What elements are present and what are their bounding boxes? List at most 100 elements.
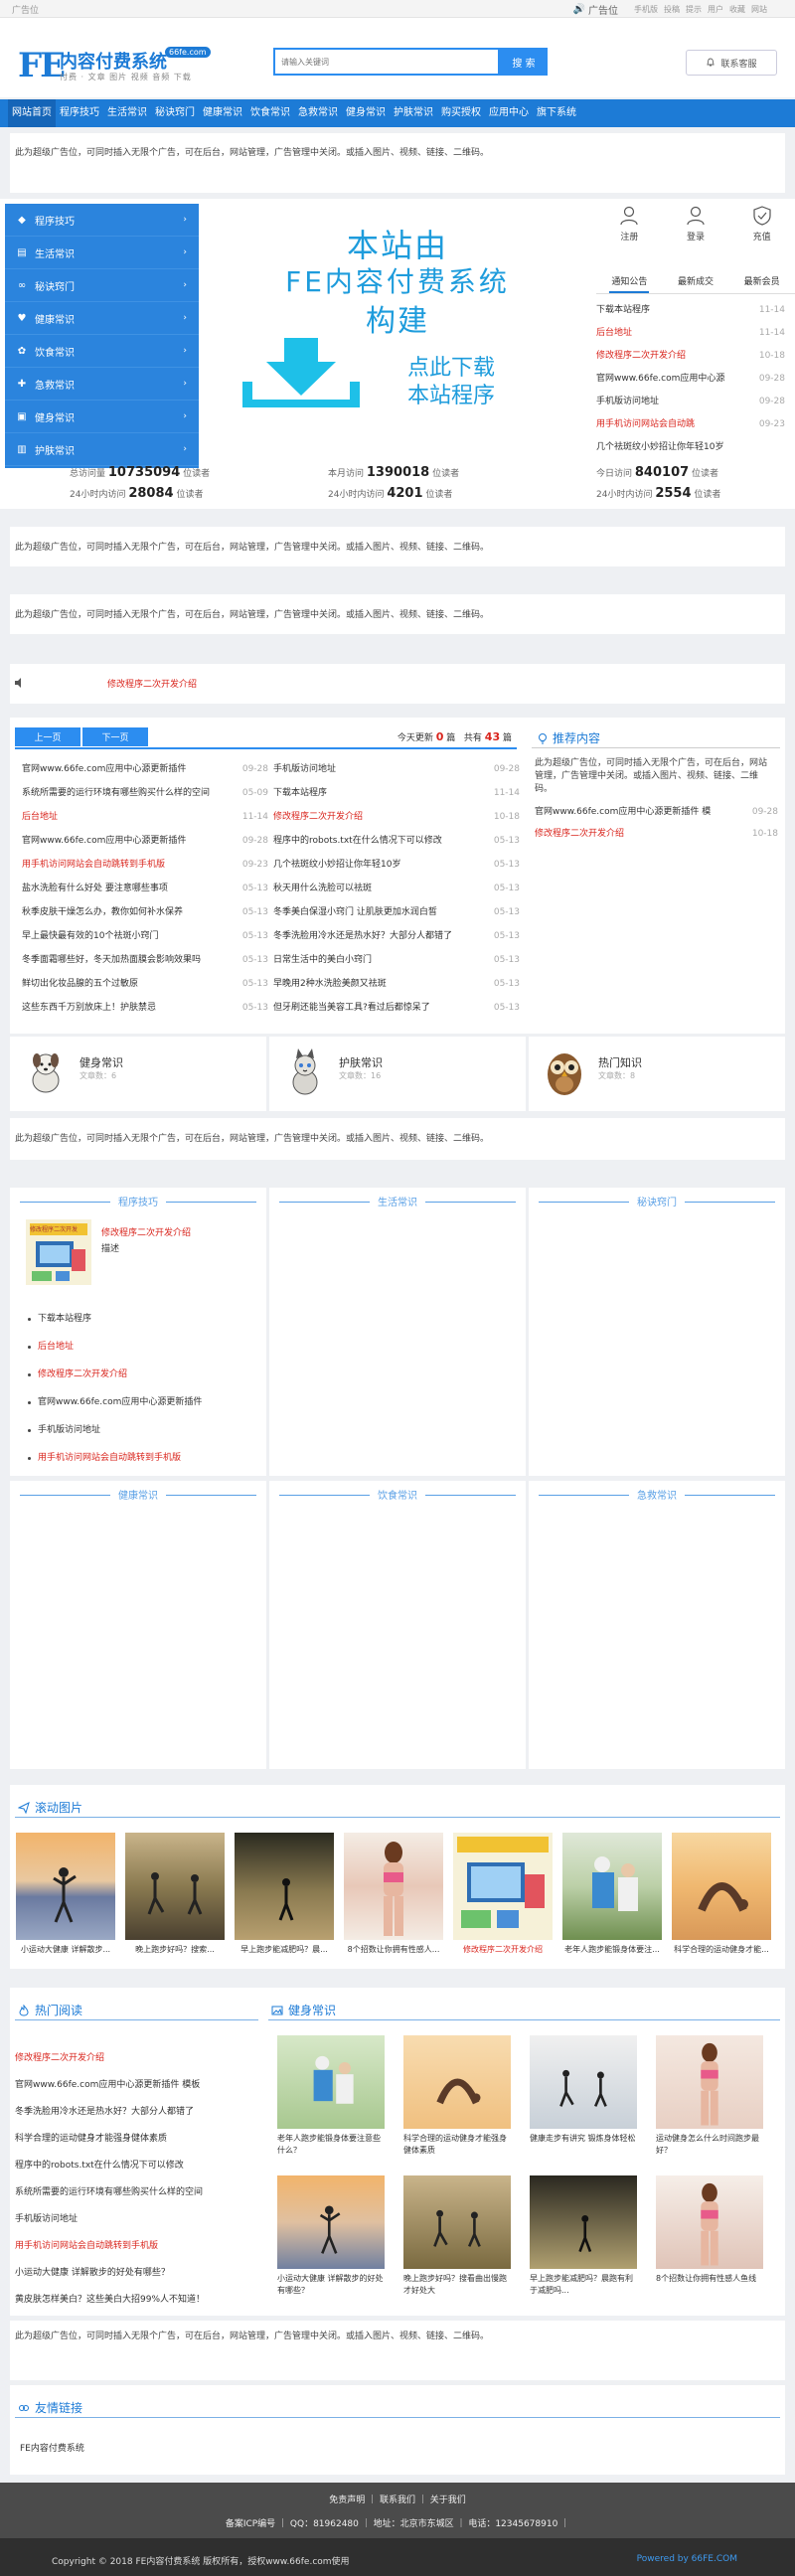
- news-item[interactable]: 秋季皮肤干燥怎么办，教你如何补水保养 05-13: [22, 900, 268, 924]
- hot-item[interactable]: 修改程序二次开发介绍: [15, 2045, 253, 2072]
- news-item[interactable]: 用手机访问网站会自动跳转到手机版 09-23: [22, 853, 268, 877]
- news-item[interactable]: 秋天用什么洗脸可以祛斑 05-13: [273, 877, 520, 900]
- nav-item[interactable]: 应用中心: [485, 99, 533, 127]
- fitness-item[interactable]: 8个招数让你拥有性感人鱼线: [656, 2175, 763, 2285]
- nav-item[interactable]: 购买授权: [437, 99, 485, 127]
- sidemenu-item[interactable]: ◆ 程序技巧 ›: [5, 204, 199, 237]
- top-link[interactable]: 投稿: [664, 4, 680, 15]
- logo-mark[interactable]: FE: [18, 46, 66, 85]
- notice-item[interactable]: 用手机访问网站会自动跳 09-23: [596, 413, 785, 436]
- news-item[interactable]: 鲜切出化妆品腺的五个过敏原 05-13: [22, 972, 268, 996]
- prev-page-button[interactable]: 上一页: [15, 727, 80, 746]
- fitness-item[interactable]: 科学合理的运动健身才能强身健体素质: [403, 2035, 511, 2157]
- sidemenu-item[interactable]: ▤ 生活常识 ›: [5, 237, 199, 269]
- notice-item[interactable]: 手机版访问地址 09-28: [596, 391, 785, 413]
- news-item[interactable]: 冬季洗脸用冷水还是热水好？大部分人都错了 05-13: [273, 924, 520, 948]
- channel-list-item[interactable]: 官网www.66fe.com应用中心源更新插件: [28, 1388, 256, 1416]
- fitness-item[interactable]: 早上跑步能减肥吗？晨跑有利于减肥吗...: [530, 2175, 637, 2297]
- login-button[interactable]: 登录: [685, 205, 707, 242]
- channel-title[interactable]: 程序技巧: [10, 1194, 266, 1208]
- roll-image-item[interactable]: 小运动大健康 详解散步...: [16, 1833, 115, 1955]
- channel-list-item[interactable]: 下载本站程序: [28, 1305, 256, 1333]
- news-item[interactable]: 冬季面霜哪些好，冬天加热面膜会影响效果吗 05-13: [22, 948, 268, 972]
- footer-link-about[interactable]: 关于我们: [430, 2496, 466, 2505]
- channel-feature-title[interactable]: 修改程序二次开发介绍: [101, 1225, 191, 1238]
- roll-image-item[interactable]: 修改程序二次开发介绍: [453, 1833, 553, 1955]
- category-card[interactable]: 护肤常识 文章数：16: [269, 1037, 526, 1111]
- sidemenu-item[interactable]: ✚ 急救常识 ›: [5, 368, 199, 401]
- news-item[interactable]: 这些东西千万别放床上！护肤禁忌 05-13: [22, 996, 268, 1020]
- notice-item[interactable]: 下载本站程序 11-14: [596, 299, 785, 322]
- channel-list-item[interactable]: 用手机访问网站会自动跳转到手机版: [28, 1444, 256, 1472]
- tab-notice[interactable]: 通知公告: [609, 274, 650, 293]
- hot-item[interactable]: 小运动大健康 详解散步的好处有哪些？: [15, 2260, 253, 2287]
- fitness-item[interactable]: 健康走步有讲究 锻炼身体轻松: [530, 2035, 637, 2145]
- news-item[interactable]: 系统所需要的运行环境有哪些购买什么样的空间 05-09: [22, 781, 268, 805]
- super-ad[interactable]: 此为超级广告位，可同时插入无限个广告，可在后台，网站管理，广告管理中关闭。或插入…: [10, 1118, 785, 1160]
- fitness-item[interactable]: 小运动大健康 详解散步的好处有哪些？: [277, 2175, 385, 2297]
- news-item[interactable]: 盐水洗脸有什么好处 要注意哪些事项 05-13: [22, 877, 268, 900]
- channel-list-item[interactable]: 后台地址: [28, 1333, 256, 1361]
- nav-item[interactable]: 程序技巧: [56, 99, 103, 127]
- roll-image-item[interactable]: 8个招数让你拥有性感人...: [344, 1833, 443, 1955]
- scroll-notice-text[interactable]: 修改程序二次开发介绍: [107, 677, 197, 690]
- news-item[interactable]: 官网www.66fe.com应用中心源更新插件 09-28: [22, 757, 268, 781]
- news-item[interactable]: 冬季美白保湿小窍门 让肌肤更加水润白皙 05-13: [273, 900, 520, 924]
- news-item[interactable]: 下载本站程序 11-14: [273, 781, 520, 805]
- sidemenu-item[interactable]: ∞ 秘诀窍门 ›: [5, 269, 199, 302]
- recharge-button[interactable]: 充值: [751, 205, 773, 242]
- news-item[interactable]: 修改程序二次开发介绍 10-18: [535, 823, 778, 845]
- promo-banner[interactable]: 本站由 FE内容付费系统 构建 点此下载 本站程序: [199, 199, 596, 472]
- news-item[interactable]: 修改程序二次开发介绍 10-18: [273, 805, 520, 829]
- footer-link-contact[interactable]: 联系我们: [380, 2496, 415, 2505]
- hot-item[interactable]: 系统所需要的运行环境有哪些购买什么样的空间: [15, 2179, 253, 2206]
- top-link[interactable]: 用户: [708, 4, 723, 15]
- roll-image-item[interactable]: 晚上跑步好吗？搜索...: [125, 1833, 225, 1955]
- channel-title[interactable]: 秘诀窍门: [529, 1194, 785, 1208]
- nav-item[interactable]: 旗下系统: [533, 99, 580, 127]
- nav-item[interactable]: 健身常识: [342, 99, 390, 127]
- nav-item[interactable]: 秘诀窍门: [151, 99, 199, 127]
- register-button[interactable]: 注册: [618, 205, 640, 242]
- news-item[interactable]: 但牙刷还能当美容工具?看过后都惊呆了 05-13: [273, 996, 520, 1020]
- hot-item[interactable]: 冬季洗脸用冷水还是热水好？大部分人都错了: [15, 2099, 253, 2126]
- top-link[interactable]: 手机版: [634, 4, 658, 15]
- news-item[interactable]: 官网www.66fe.com应用中心源更新插件 09-28: [22, 829, 268, 853]
- category-card[interactable]: 热门知识 文章数：8: [529, 1037, 785, 1111]
- news-item[interactable]: 日常生活中的美白小窍门 05-13: [273, 948, 520, 972]
- tab-members[interactable]: 最新会员: [742, 274, 782, 293]
- next-page-button[interactable]: 下一页: [82, 727, 148, 746]
- notice-item[interactable]: 后台地址 11-14: [596, 322, 785, 345]
- hot-item[interactable]: 官网www.66fe.com应用中心源更新插件 模板: [15, 2072, 253, 2099]
- hot-item[interactable]: 手机版访问地址: [15, 2206, 253, 2233]
- super-ad[interactable]: 此为超级广告位，可同时插入无限个广告，可在后台，网站管理，广告管理中关闭。或插入…: [10, 133, 785, 193]
- notice-item[interactable]: 官网www.66fe.com应用中心源 09-28: [596, 368, 785, 391]
- channel-title[interactable]: 饮食常识: [269, 1487, 526, 1502]
- contact-service-button[interactable]: 联系客服: [686, 50, 777, 76]
- notice-item[interactable]: 修改程序二次开发介绍 10-18: [596, 345, 785, 368]
- logo-title[interactable]: 内容付费系统: [60, 48, 167, 74]
- category-card[interactable]: 健身常识 文章数：6: [10, 1037, 266, 1111]
- roll-image-item[interactable]: 老年人跑步能锻身体要注...: [562, 1833, 662, 1955]
- nav-item[interactable]: 健康常识: [199, 99, 246, 127]
- search-input[interactable]: [273, 48, 500, 76]
- sidemenu-item[interactable]: ▥ 护肤常识 ›: [5, 433, 199, 466]
- channel-list-item[interactable]: 手机版访问地址: [28, 1416, 256, 1444]
- roll-image-item[interactable]: 科学合理的运动健身才能...: [672, 1833, 771, 1955]
- hot-item[interactable]: 用手机访问网站会自动跳转到手机版: [15, 2233, 253, 2260]
- nav-home[interactable]: 网站首页: [8, 99, 56, 127]
- nav-item[interactable]: 饮食常识: [246, 99, 294, 127]
- top-link[interactable]: 提示: [686, 4, 702, 15]
- roll-image-item[interactable]: 早上跑步能减肥吗？晨...: [235, 1833, 334, 1955]
- news-item[interactable]: 早上最快最有效的10个祛斑小窍门 05-13: [22, 924, 268, 948]
- footer-link-disclaimer[interactable]: 免责声明: [329, 2496, 365, 2505]
- fitness-item[interactable]: 老年人跑步能锻身体要注意些什么？: [277, 2035, 385, 2157]
- news-item[interactable]: 官网www.66fe.com应用中心源更新插件 模 09-28: [535, 801, 778, 823]
- channel-title[interactable]: 生活常识: [269, 1194, 526, 1208]
- news-item[interactable]: 后台地址 11-14: [22, 805, 268, 829]
- sidemenu-item[interactable]: ✿ 饮食常识 ›: [5, 335, 199, 368]
- fitness-item[interactable]: 运动健身怎么什么时间跑步最好？: [656, 2035, 763, 2157]
- top-link[interactable]: 收藏: [729, 4, 745, 15]
- sidemenu-item[interactable]: ♥ 健康常识 ›: [5, 302, 199, 335]
- news-item[interactable]: 手机版访问地址 09-28: [273, 757, 520, 781]
